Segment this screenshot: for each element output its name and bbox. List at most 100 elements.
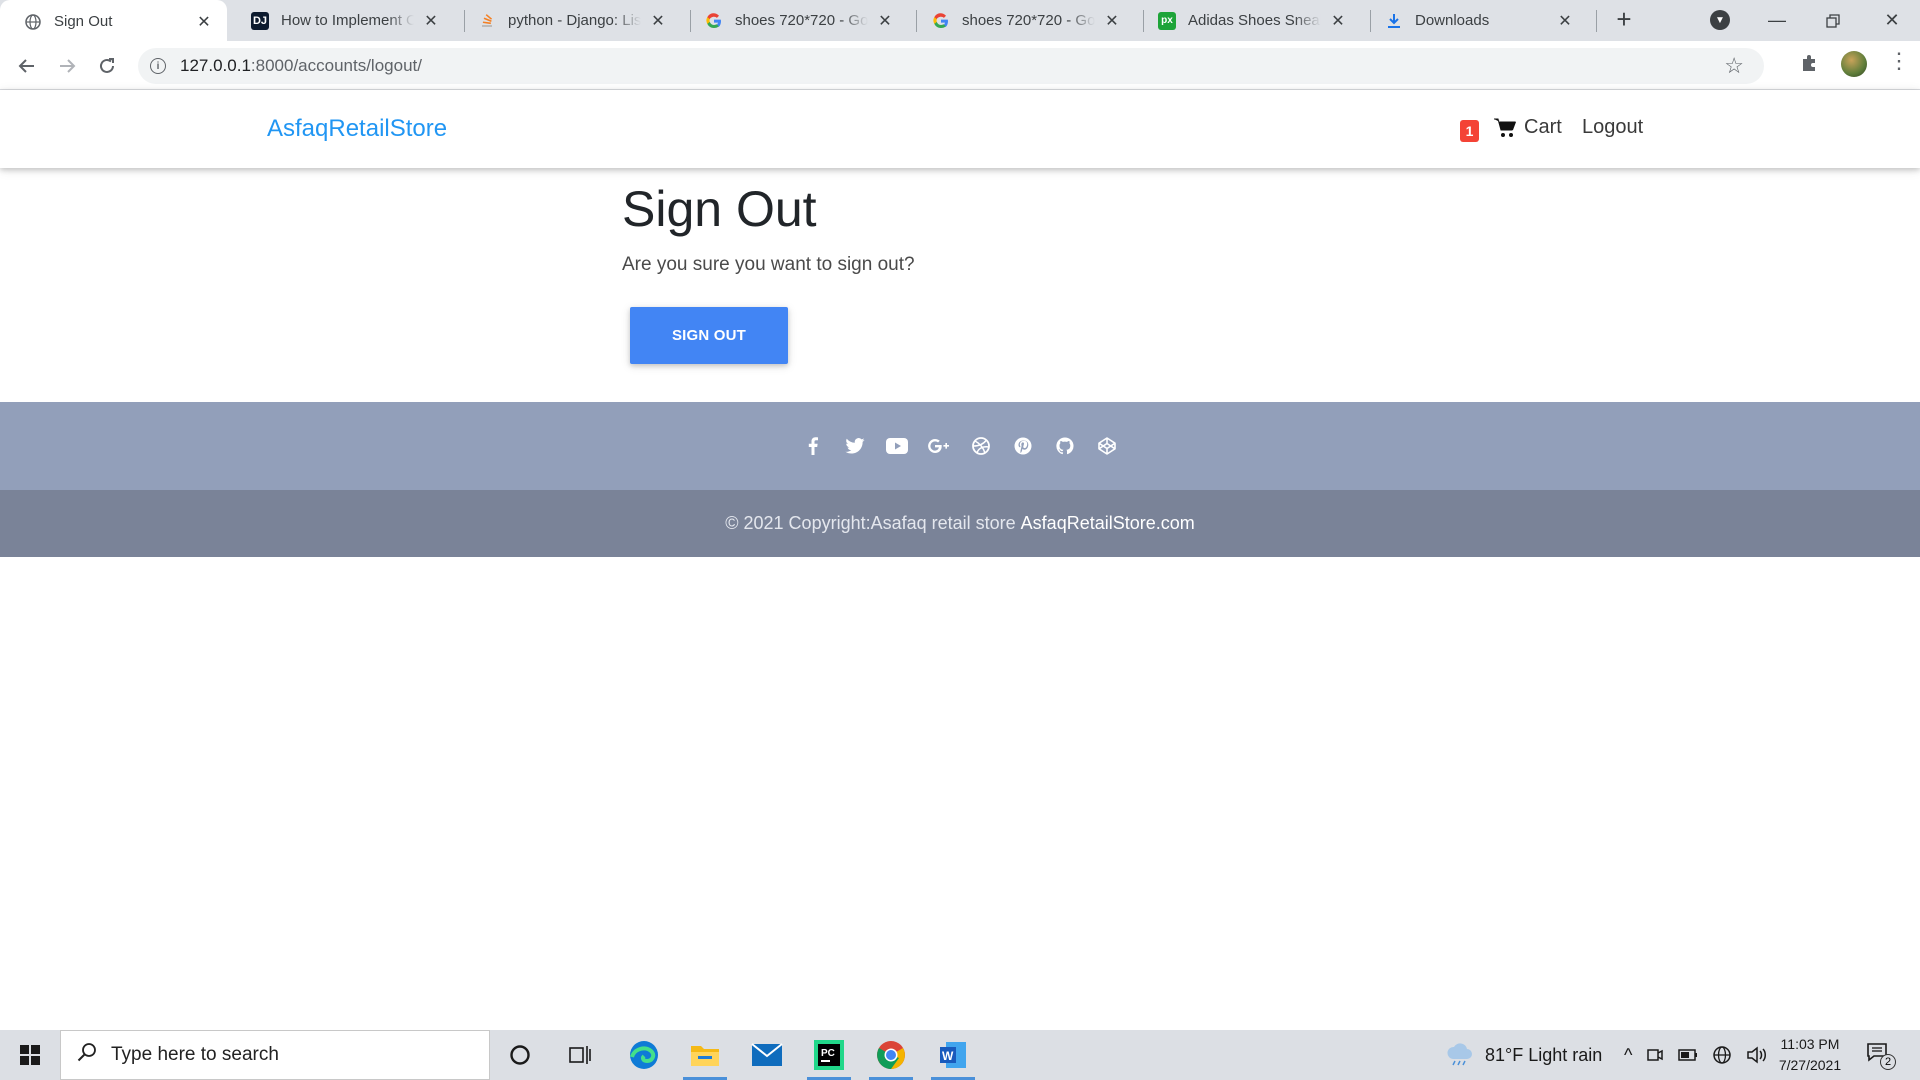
tab-title: Downloads <box>1415 12 1490 29</box>
info-icon[interactable]: i <box>150 58 166 74</box>
close-icon[interactable]: ✕ <box>195 13 213 31</box>
codepen-icon[interactable] <box>1086 425 1128 467</box>
close-window-button[interactable]: ✕ <box>1864 0 1920 41</box>
pycharm-icon[interactable]: PC <box>799 1030 859 1080</box>
youtube-icon[interactable] <box>876 425 918 467</box>
chrome-icon[interactable] <box>861 1030 921 1080</box>
main-content: Sign Out Are you sure you want to sign o… <box>0 168 1920 402</box>
start-button[interactable] <box>0 1030 60 1080</box>
reload-button[interactable] <box>92 51 122 81</box>
tab-title: How to Implement Ca <box>281 12 414 29</box>
profile-avatar[interactable] <box>1841 51 1867 77</box>
clock-time: 11:03 PM <box>1780 1036 1840 1052</box>
clock-date: 7/27/2021 <box>1778 1057 1842 1073</box>
social-icons-row <box>0 402 1920 490</box>
tab-adidas-shoes[interactable]: px Adidas Shoes Sneaker ✕ <box>1134 0 1361 41</box>
extensions-puzzle-icon[interactable] <box>1800 52 1820 78</box>
chrome-menu-icon[interactable]: ⋮ <box>1888 50 1910 72</box>
close-icon[interactable]: ✕ <box>649 12 667 30</box>
cart-count-badge: 1 <box>1460 120 1479 142</box>
tab-google-shoes-1[interactable]: shoes 720*720 - Goog ✕ <box>681 0 908 41</box>
tab-title: Adidas Shoes Sneaker <box>1188 12 1321 29</box>
tab-separator <box>1596 10 1597 32</box>
sign-out-button[interactable]: SIGN OUT <box>630 307 788 364</box>
word-label: W <box>942 1049 954 1063</box>
pinterest-icon[interactable] <box>1002 425 1044 467</box>
tab-google-shoes-2[interactable]: shoes 720*720 - Goog ✕ <box>908 0 1135 41</box>
download-icon <box>1385 12 1403 30</box>
close-icon[interactable]: ✕ <box>1329 12 1347 30</box>
tab-python-django[interactable]: python - Django: List I ✕ <box>454 0 681 41</box>
globe-icon <box>24 13 42 31</box>
shopping-cart-icon <box>1494 118 1516 137</box>
close-icon[interactable]: ✕ <box>1556 12 1574 30</box>
arrow-right-icon <box>60 59 76 73</box>
google-plus-icon[interactable] <box>918 425 960 467</box>
tab-title: Sign Out <box>54 13 113 30</box>
github-icon[interactable] <box>1044 425 1086 467</box>
weather-widget[interactable]: 81°F Light rain <box>1445 1030 1602 1080</box>
search-icon <box>77 1042 97 1068</box>
dj-icon: DJ <box>251 11 269 30</box>
twitter-icon[interactable] <box>834 425 876 467</box>
brand-link[interactable]: AsfaqRetailStore <box>267 115 447 143</box>
close-icon[interactable]: ✕ <box>422 12 440 30</box>
tab-search-button[interactable]: ▼ <box>1710 10 1730 30</box>
forward-button[interactable] <box>52 51 82 81</box>
search-placeholder: Type here to search <box>111 1044 279 1065</box>
browser-tab-strip: Sign Out ✕ DJ How to Implement Ca ✕ pyth… <box>0 0 1920 43</box>
site-navbar: AsfaqRetailStore 1 Cart Logout <box>0 90 1920 168</box>
arrow-left-icon <box>18 59 34 73</box>
edge-icon[interactable] <box>614 1030 674 1080</box>
mail-icon[interactable] <box>737 1030 797 1080</box>
pycharm-label: PC <box>821 1048 835 1059</box>
google-icon <box>705 12 723 30</box>
url-host: 127.0.0.1 <box>180 56 251 75</box>
taskbar-search-box[interactable]: Type here to search <box>60 1030 490 1080</box>
google-icon <box>932 12 950 30</box>
cortana-icon[interactable] <box>490 1030 550 1080</box>
address-bar[interactable]: i 127.0.0.1:8000/accounts/logout/ ☆ <box>138 48 1764 84</box>
tab-how-to-implement[interactable]: DJ How to Implement Ca ✕ <box>227 0 454 41</box>
cart-link[interactable]: Cart <box>1494 116 1562 139</box>
minimize-button[interactable]: — <box>1749 0 1805 41</box>
file-explorer-icon[interactable] <box>675 1030 735 1080</box>
footer-copyright: © 2021 Copyright:Asafaq retail store Asf… <box>0 490 1920 557</box>
signout-question: Are you sure you want to sign out? <box>622 254 915 275</box>
network-globe-icon[interactable] <box>1712 1045 1732 1065</box>
notification-count-badge: 2 <box>1880 1054 1896 1070</box>
copyright-link[interactable]: AsfaqRetailStore.com <box>1021 513 1195 534</box>
bookmark-star-icon[interactable]: ☆ <box>1724 53 1744 79</box>
restore-button[interactable] <box>1805 0 1861 41</box>
reload-icon <box>100 58 114 73</box>
new-tab-button[interactable]: + <box>1610 6 1638 34</box>
close-icon[interactable]: ✕ <box>876 12 894 30</box>
task-view-icon[interactable] <box>550 1030 610 1080</box>
cart-label: Cart <box>1524 116 1562 138</box>
word-icon[interactable]: W <box>923 1030 983 1080</box>
logout-link[interactable]: Logout <box>1582 116 1643 139</box>
tab-sign-out[interactable]: Sign Out ✕ <box>0 0 227 43</box>
copyright-text: © 2021 Copyright:Asafaq retail store <box>725 513 1016 533</box>
battery-icon[interactable] <box>1678 1048 1698 1062</box>
taskbar-clock[interactable]: 11:03 PM 7/27/2021 <box>1770 1034 1850 1076</box>
windows-taskbar: Type here to search PC W 81°F Light rain… <box>0 1030 1920 1080</box>
pixabay-icon: px <box>1158 11 1176 30</box>
facebook-icon[interactable] <box>792 425 834 467</box>
back-button[interactable] <box>12 51 42 81</box>
tab-title: shoes 720*720 - Goog <box>962 12 1095 29</box>
url-text: 127.0.0.1:8000/accounts/logout/ <box>180 56 422 76</box>
tab-title: shoes 720*720 - Goog <box>735 12 868 29</box>
browser-toolbar: i 127.0.0.1:8000/accounts/logout/ ☆ <box>0 41 1920 90</box>
url-path: :8000/accounts/logout/ <box>250 56 422 75</box>
restore-icon <box>1826 13 1840 28</box>
tab-downloads[interactable]: Downloads ✕ <box>1361 0 1588 41</box>
volume-icon[interactable] <box>1746 1046 1768 1064</box>
rain-cloud-icon <box>1447 1043 1472 1066</box>
meet-now-icon[interactable] <box>1646 1046 1664 1064</box>
tab-title: python - Django: List I <box>508 12 641 29</box>
dribbble-icon[interactable] <box>960 425 1002 467</box>
system-tray: ^ <box>1624 1030 1768 1080</box>
chevron-up-icon[interactable]: ^ <box>1624 1045 1632 1066</box>
close-icon[interactable]: ✕ <box>1103 12 1121 30</box>
